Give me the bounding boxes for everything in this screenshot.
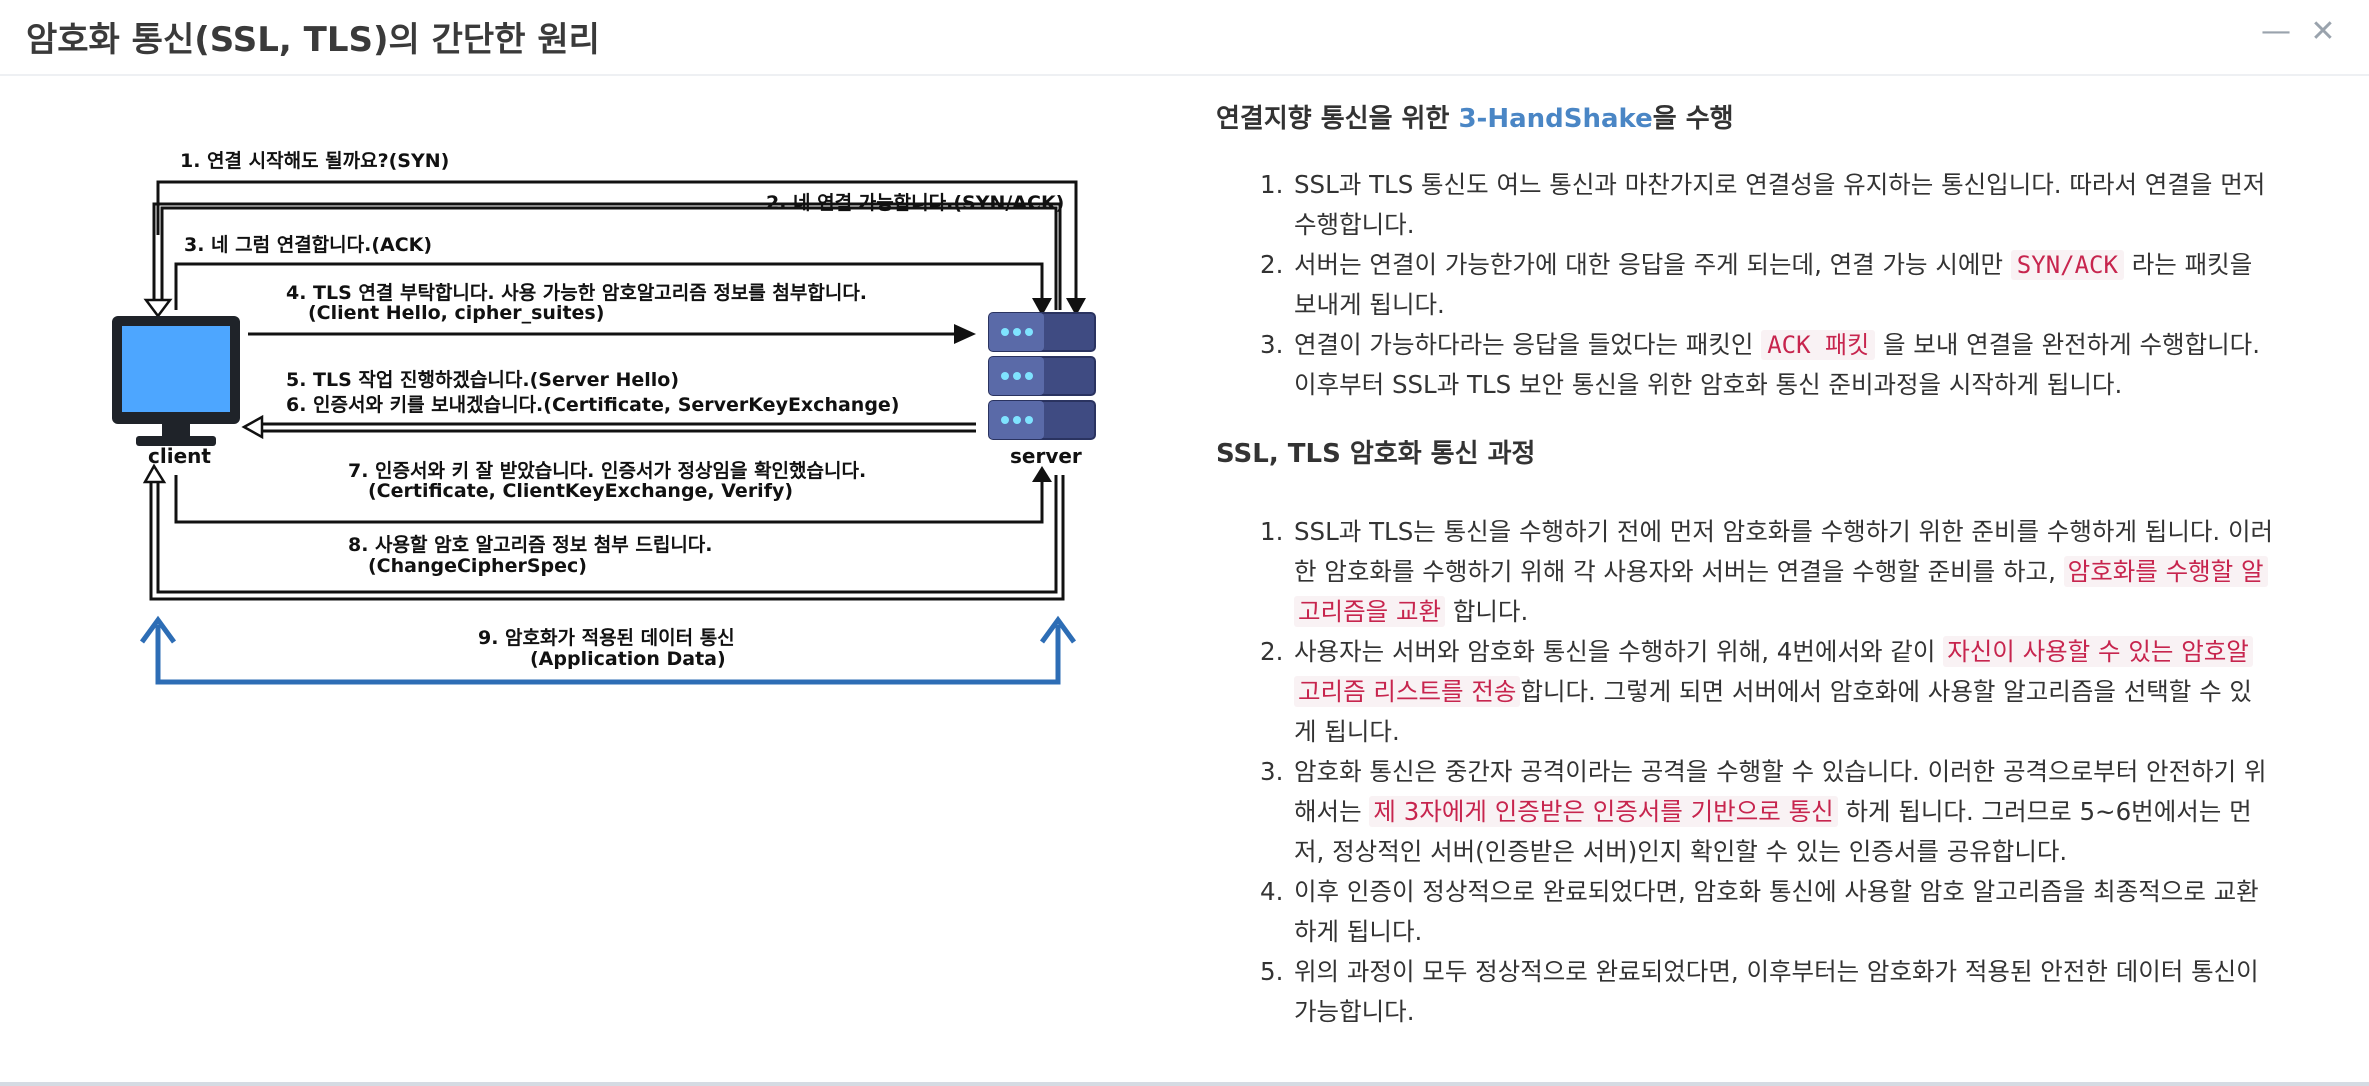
window-title: 암호화 통신(SSL, TLS)의 간단한 원리: [26, 20, 600, 60]
highlight-text: 고리즘 리스트를 전송: [1294, 676, 1521, 707]
inline-code: ACK 패킷: [1761, 330, 1876, 360]
list-item: 3. 암호화 통신은 중간자 공격이라는 공격을 수행할 수 있습니다. 이러한…: [1260, 757, 2267, 866]
tls-handshake-diagram: 1. 연결 시작해도 될까요?(SYN) 2. 네 연결 가능합니다.(SYN/…: [96, 120, 1126, 710]
step-1-label: 1. 연결 시작해도 될까요?(SYN): [180, 150, 450, 172]
list-item: 4. 이후 인증이 정상적으로 완료되었다면, 암호화 통신에 사용할 암호 알…: [1260, 877, 2259, 946]
explanation-content: 연결지향 통신을 위한 3-HandShake을 수행 1. SSL과 TLS …: [1216, 94, 2316, 1032]
title-bar: 암호화 통신(SSL, TLS)의 간단한 원리 — ✕: [0, 0, 2369, 76]
step-7-sub-label: (Certificate, ClientKeyExchange, Verify): [368, 480, 794, 502]
close-icon[interactable]: ✕: [2305, 12, 2341, 52]
modal-window: 암호화 통신(SSL, TLS)의 간단한 원리 — ✕ 1. 연결 시작해도 …: [0, 0, 2369, 1086]
list-item: 2. 서버는 연결이 가능한가에 대한 응답을 주게 되는데, 연결 가능 시에…: [1260, 250, 2253, 319]
section-2-heading: SSL, TLS 암호화 통신 과정: [1216, 439, 1536, 469]
step-4-sub-label: (Client Hello, cipher_suites): [308, 302, 605, 324]
step-6-label: 6. 인증서와 키를 보내겠습니다.(Certificate, ServerKe…: [286, 394, 900, 416]
list-item: 2. 사용자는 서버와 암호화 통신을 수행하기 위해, 4번에서와 같이 자신…: [1260, 636, 2253, 746]
highlight-text: 제 3자에게 인증받은 인증서를 기반으로 통신: [1369, 796, 1838, 827]
step-4-label: 4. TLS 연결 부탁합니다. 사용 가능한 암호알고리즘 정보를 첨부합니다…: [286, 282, 868, 304]
list-item: 1. SSL과 TLS는 통신을 수행하기 전에 먼저 암호화를 수행하기 위한…: [1260, 517, 2274, 627]
server-label: server: [1010, 444, 1082, 468]
list-item: 3. 연결이 가능하다라는 응답을 들었다는 패킷인 ACK 패킷 을 보내 연…: [1260, 330, 2260, 399]
list-item: 1. SSL과 TLS 통신도 여느 통신과 마찬가지로 연결성을 유지하는 통…: [1260, 170, 2266, 239]
highlight-text: 암호화를 수행할 알: [2063, 556, 2268, 587]
highlight-text: 자신이 사용할 수 있는 암호알: [1943, 636, 2253, 667]
list-item: 5. 위의 과정이 모두 정상적으로 완료되었다면, 이후부터는 암호화가 적용…: [1260, 957, 2259, 1026]
step-9-label: 9. 암호화가 적용된 데이터 통신: [478, 627, 735, 649]
step-9-sub-label: (Application Data): [530, 648, 726, 670]
highlight-text: 고리즘을 교환: [1294, 596, 1446, 627]
server-icon: [988, 312, 1096, 440]
minimize-icon[interactable]: —: [2258, 12, 2294, 52]
section-1-heading: 연결지향 통신을 위한 3-HandShake을 수행: [1216, 104, 1734, 134]
client-label: client: [148, 444, 211, 468]
inline-code: SYN/ACK: [2010, 250, 2124, 280]
step-2-label: 2. 네 연결 가능합니다.(SYN/ACK): [766, 192, 1065, 214]
step-8-sub-label: (ChangeCipherSpec): [368, 555, 587, 577]
section-2-list: 1. SSL과 TLS는 통신을 수행하기 전에 먼저 암호화를 수행하기 위한…: [1216, 512, 2316, 1032]
section-1-list: 1. SSL과 TLS 통신도 여느 통신과 마찬가지로 연결성을 유지하는 통…: [1216, 165, 2316, 405]
step-8-label: 8. 사용할 암호 알고리즘 정보 첨부 드립니다.: [348, 534, 713, 556]
step-5-label: 5. TLS 작업 진행하겠습니다.(Server Hello): [286, 369, 680, 391]
monitor-icon: [112, 316, 240, 446]
step-3-label: 3. 네 그럼 연결합니다.(ACK): [184, 234, 433, 256]
step-7-label: 7. 인증서와 키 잘 받았습니다. 인증서가 정상임을 확인했습니다.: [348, 460, 867, 482]
